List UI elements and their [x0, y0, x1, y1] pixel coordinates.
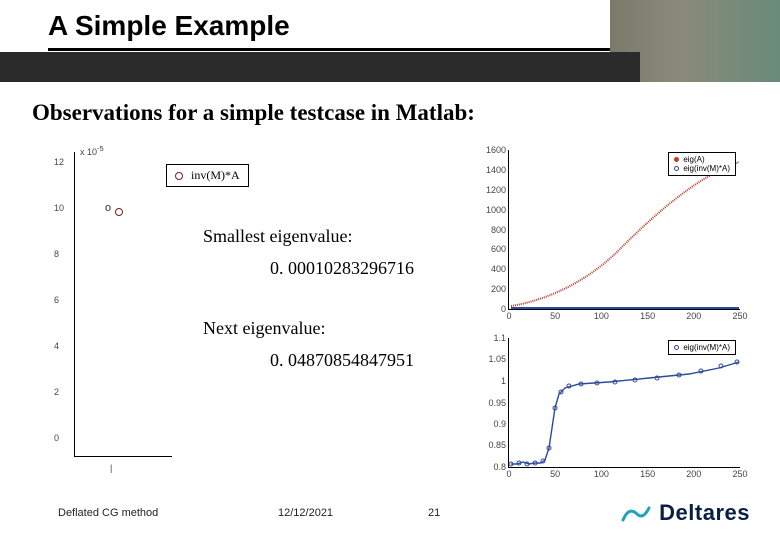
- legend-marker-icon: [674, 345, 679, 350]
- y-tick: 1200: [486, 185, 506, 195]
- smallest-eig-value: 0. 00010283296716: [270, 258, 414, 279]
- x-tick: 250: [732, 469, 747, 479]
- y-tick: 1400: [486, 165, 506, 175]
- legend-marker-icon: [674, 157, 679, 162]
- title-underline: [48, 48, 610, 51]
- x-tick: |: [110, 463, 112, 473]
- y-tick: 400: [491, 264, 506, 274]
- y-tick: 200: [491, 284, 506, 294]
- wave-icon: [621, 500, 651, 526]
- y-tick: 600: [491, 244, 506, 254]
- legend-text: inv(M)*A: [191, 168, 240, 183]
- title-darkband: [0, 52, 640, 82]
- legend-marker-icon: [175, 172, 183, 180]
- x-tick: 100: [594, 469, 609, 479]
- y-tick: 0.85: [488, 440, 506, 450]
- data-marker-label: o: [105, 202, 111, 214]
- x-tick: 0: [506, 311, 511, 321]
- title-bar: A Simple Example: [0, 0, 780, 82]
- x-tick: 250: [732, 311, 747, 321]
- y-tick: 10: [54, 203, 64, 213]
- next-eig-label: Next eigenvalue:: [203, 318, 325, 339]
- y-tick: 1000: [486, 205, 506, 215]
- y-tick: 4: [54, 341, 59, 351]
- section-heading: Observations for a simple testcase in Ma…: [32, 100, 475, 126]
- x-tick: 50: [550, 311, 560, 321]
- x-tick: 0: [506, 469, 511, 479]
- y-tick: 0.95: [488, 398, 506, 408]
- bottom-right-legend: eig(inv(M)*A): [668, 340, 736, 355]
- axes-box: o: [74, 152, 172, 457]
- y-tick: 1.1: [493, 333, 506, 343]
- brand-logo: Deltares: [621, 500, 750, 526]
- slide-title: A Simple Example: [48, 10, 290, 42]
- y-tick: 0: [501, 304, 506, 314]
- next-eig-value: 0. 04870854847951: [270, 350, 414, 371]
- y-tick: 0.9: [493, 419, 506, 429]
- footer-date: 12/12/2021: [278, 507, 428, 519]
- y-tick: 1600: [486, 145, 506, 155]
- x-tick: 100: [594, 311, 609, 321]
- footer-page: 21: [428, 507, 468, 519]
- x-tick: 50: [550, 469, 560, 479]
- x-tick: 150: [640, 469, 655, 479]
- bottom-right-chart: 1.1 1.05 1 0.95 0.9 0.85 0.8 0 50 100 15…: [508, 338, 740, 468]
- y-tick: 800: [491, 225, 506, 235]
- left-eigenvalue-chart: x 10-5 12 10 8 6 4 2 0 o |: [40, 150, 170, 475]
- y-tick: 1.05: [488, 354, 506, 364]
- y-tick: 0: [54, 433, 59, 443]
- top-right-legend: eig(A) eig(inv(M)*A): [668, 152, 736, 176]
- x-tick: 200: [686, 311, 701, 321]
- footer: Deflated CG method 12/12/2021 21 Deltare…: [58, 500, 750, 526]
- data-marker-icon: [115, 208, 123, 216]
- y-tick: 0.8: [493, 462, 506, 472]
- smallest-eig-label: Smallest eigenvalue:: [203, 226, 352, 247]
- footer-method: Deflated CG method: [58, 507, 278, 519]
- y-tick: 8: [54, 249, 59, 259]
- y-tick: 2: [54, 387, 59, 397]
- brand-text: Deltares: [659, 500, 750, 526]
- y-tick: 12: [54, 157, 64, 167]
- y-tick: 1: [501, 376, 506, 386]
- x-tick: 200: [686, 469, 701, 479]
- top-right-chart: 1600 1400 1200 1000 800 600 400 200 0 0 …: [508, 150, 740, 310]
- bottom-right-plot-svg: [509, 338, 741, 468]
- x-tick: 150: [640, 311, 655, 321]
- y-tick: 6: [54, 295, 59, 305]
- legend-marker-icon: [674, 166, 679, 171]
- left-legend: inv(M)*A: [166, 164, 249, 187]
